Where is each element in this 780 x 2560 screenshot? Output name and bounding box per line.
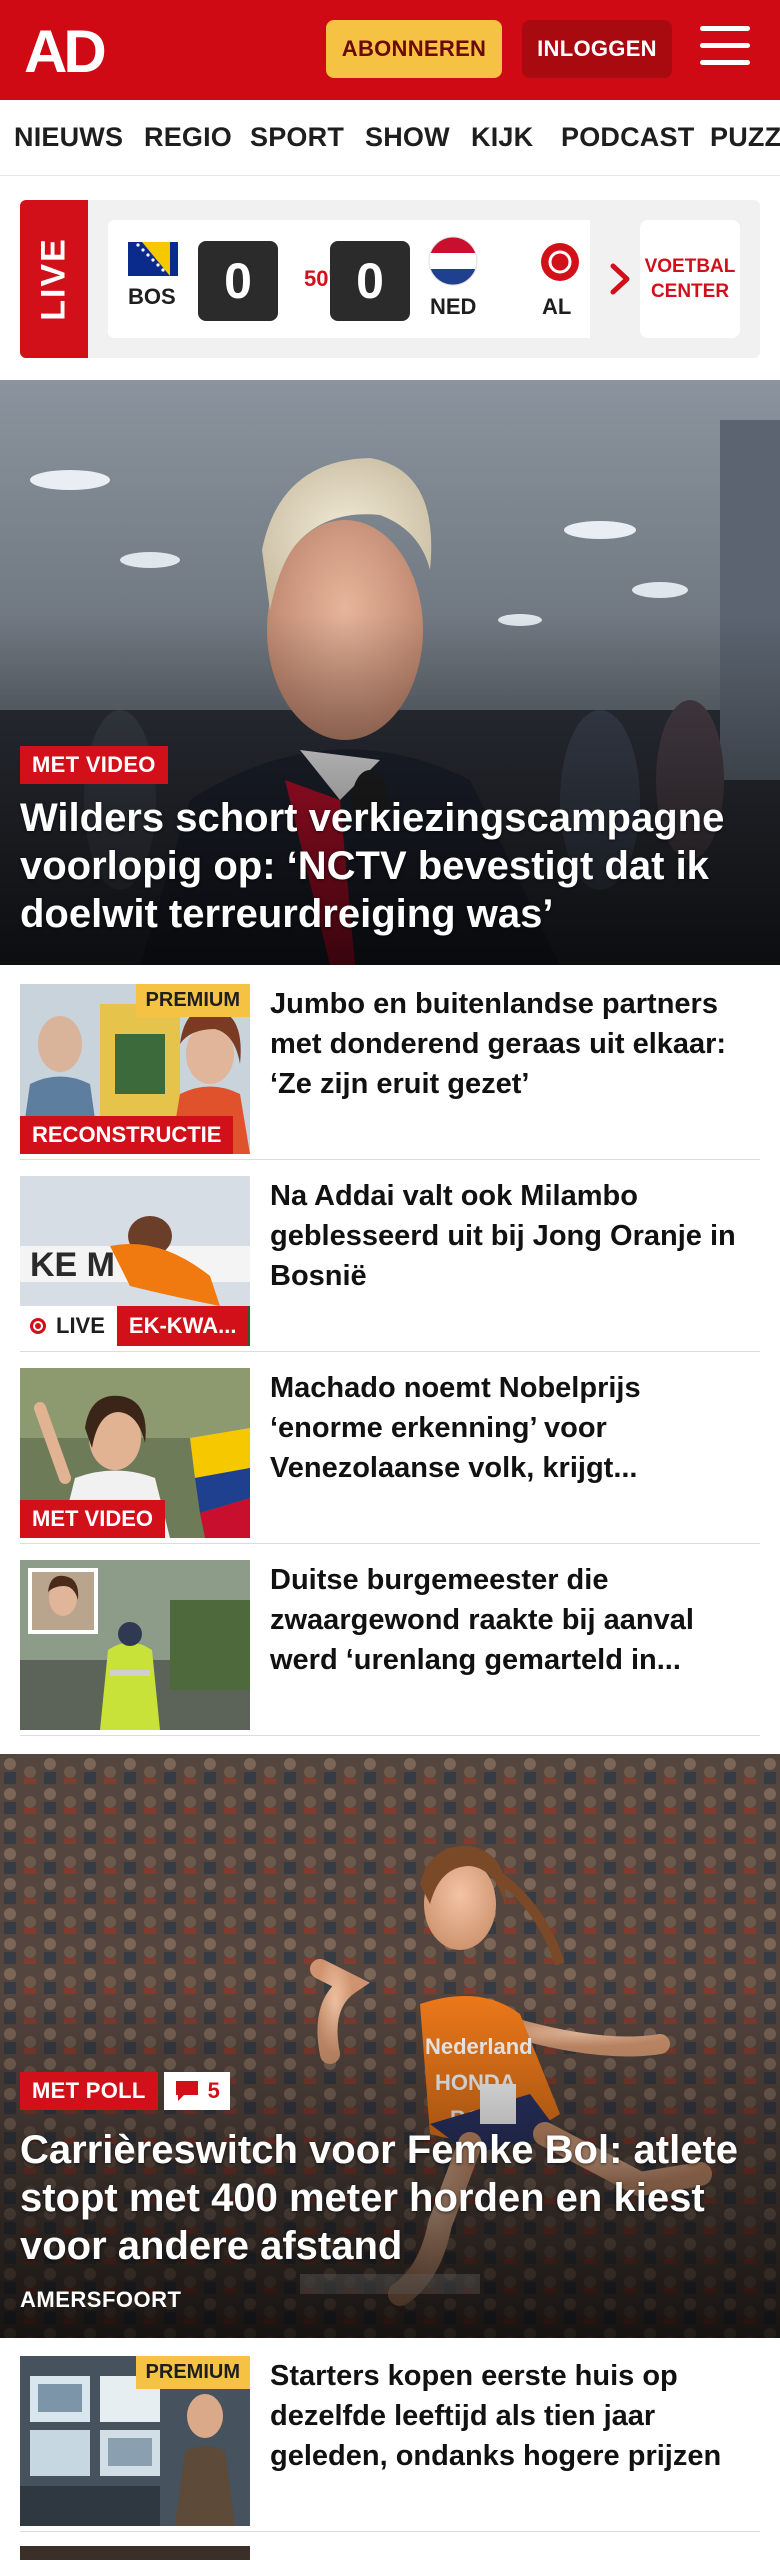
hero-title[interactable]: Carrièreswitch voor Femke Bol: atlete st…	[20, 2126, 756, 2270]
next-article-thumbnail	[20, 2546, 250, 2560]
nav-item-nieuws[interactable]: NIEUWS	[14, 122, 123, 153]
comment-count[interactable]: 5	[163, 2072, 230, 2110]
thumbnail-badge: RECONSTRUCTIE	[20, 1116, 234, 1154]
bosnia-flag-icon	[128, 242, 178, 276]
poll-badge: MET POLL	[20, 2072, 158, 2110]
netherlands-flag-icon	[428, 236, 478, 286]
list-item[interactable]: Duitse burgemeester die zwaargewond raak…	[20, 1544, 760, 1736]
comment-bubble-icon	[175, 2081, 198, 2101]
live-badge: LIVE EK-KWA...	[20, 1306, 249, 1346]
article-title[interactable]: Na Addai valt ook Milambo geblesseerd ui…	[270, 1176, 760, 1296]
list-item[interactable]: MET VIDEO Machado noemt Nobelprijs ‘enor…	[20, 1352, 760, 1544]
article-thumbnail: PREMIUM RECONSTRUCTIE	[20, 984, 250, 1154]
list-item[interactable]: KE M LIVE EK-KWA... Na Addai valt ook Mi…	[20, 1160, 760, 1352]
hamburger-menu-icon[interactable]	[700, 26, 752, 72]
article-title[interactable]: Duitse burgemeester die zwaargewond raak…	[270, 1560, 760, 1680]
ad-logo[interactable]: AD	[24, 20, 118, 80]
premium-badge: PREMIUM	[135, 984, 250, 1017]
football-center-link[interactable]: VOETBAL CENTER	[640, 220, 740, 338]
next-match-card[interactable]: AL	[520, 220, 590, 338]
nav-item-puzzel[interactable]: PUZZ	[710, 122, 780, 153]
nav-item-kijk[interactable]: KIJK	[471, 122, 533, 153]
site-header: AD ABONNEREN INLOGGEN	[0, 0, 780, 100]
away-team-code: NED	[430, 294, 477, 319]
article-title[interactable]: Starters kopen eerste huis op dezelfde l…	[270, 2356, 760, 2476]
nav-item-regio[interactable]: REGIO	[144, 122, 232, 153]
login-button[interactable]: INLOGGEN	[522, 20, 672, 78]
club-crest-icon	[541, 243, 579, 281]
hero-article[interactable]: MET VIDEO Wilders schort verkiezingscamp…	[0, 380, 780, 965]
premium-badge: PREMIUM	[135, 2356, 250, 2389]
hero-badges: MET POLL 5	[20, 2072, 230, 2110]
live-label: LIVE	[20, 200, 88, 358]
away-score: 0	[330, 241, 410, 321]
thumbnail-badge: MET VIDEO	[20, 1500, 166, 1538]
article-thumbnail: KE M LIVE EK-KWA...	[20, 1176, 250, 1346]
hero-location: AMERSFOORT	[20, 2287, 182, 2312]
article-title[interactable]: Machado noemt Nobelprijs ‘enorme erkenni…	[270, 1368, 760, 1488]
next-team-code: AL	[542, 294, 572, 319]
hero-article[interactable]: Nederland HONDA BOL MET POLL 5 Carrières…	[0, 1754, 780, 2338]
home-score: 0	[198, 241, 278, 321]
article-thumbnail: MET VIDEO	[20, 1368, 250, 1538]
hero-title[interactable]: Wilders schort verkiezingscampagne voorl…	[20, 794, 756, 938]
list-item[interactable]: PREMIUM RECONSTRUCTIE Jumbo en buitenlan…	[20, 968, 760, 1160]
list-item[interactable]: PREMIUM Starters kopen eerste huis op de…	[20, 2340, 760, 2532]
nav-item-show[interactable]: SHOW	[365, 122, 450, 153]
svg-text:KE M: KE M	[30, 1246, 115, 1284]
article-title[interactable]: Jumbo en buitenlandse partners met donde…	[270, 984, 760, 1104]
live-dot-icon	[30, 1318, 46, 1334]
article-thumbnail: PREMIUM	[20, 2356, 250, 2526]
article-thumbnail	[20, 1560, 250, 1730]
home-team-code: BOS	[128, 284, 176, 309]
main-nav: NIEUWS REGIO SPORT SHOW KIJK PODCAST PUZ…	[0, 100, 780, 176]
subscribe-button[interactable]: ABONNEREN	[326, 20, 502, 78]
nav-item-sport[interactable]: SPORT	[250, 122, 344, 153]
match-card[interactable]: BOS 0 50' 0 NED	[108, 220, 570, 338]
svg-text:AD: AD	[24, 20, 104, 80]
hero-badge: MET VIDEO	[20, 746, 168, 784]
live-scores-bar: LIVE BOS 0 50' 0 NED AL VOETBAL CENTER	[20, 200, 760, 358]
nav-item-podcast[interactable]: PODCAST	[561, 122, 694, 153]
